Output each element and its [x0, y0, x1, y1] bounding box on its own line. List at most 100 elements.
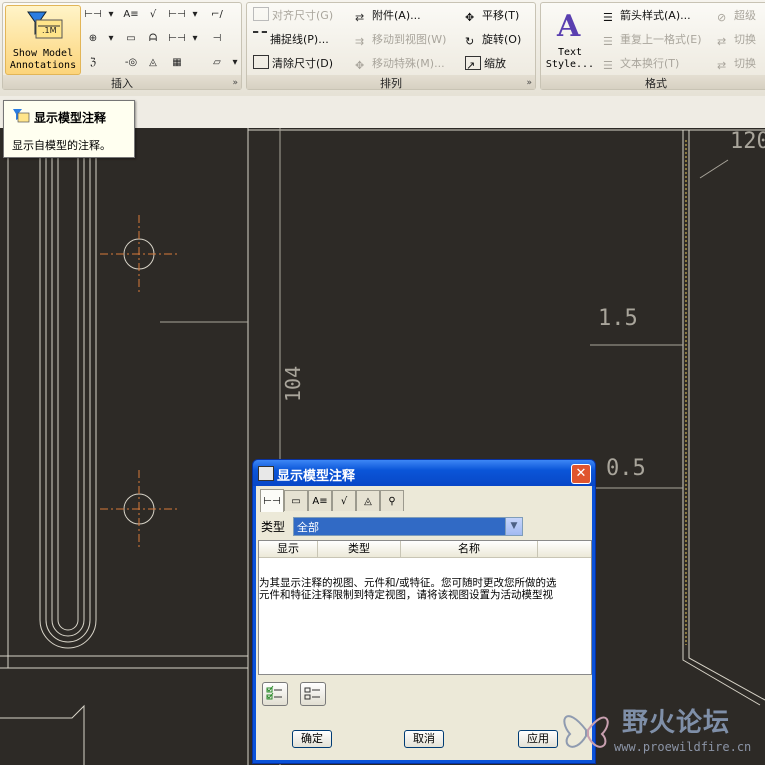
tab-symbols[interactable]: ◬	[356, 490, 380, 511]
dimension-icon[interactable]: ⊢⊣	[83, 5, 103, 23]
repeat-format-command[interactable]: ☰ 重复上一格式(E)	[603, 31, 702, 49]
apply-button[interactable]: 应用	[518, 730, 558, 748]
cancel-button[interactable]: 取消	[404, 730, 444, 748]
toggle-icon: ⇄	[717, 35, 727, 48]
move-special-icon: ✥	[355, 59, 365, 72]
slant-icon[interactable]: ▱	[207, 53, 227, 71]
expand-icon[interactable]: »	[232, 78, 238, 88]
tab-geometric-tolerance[interactable]: ▭	[284, 490, 308, 511]
note-icon[interactable]: A≡	[121, 5, 141, 23]
dimension-120: 120	[730, 129, 765, 154]
offset-dim-icon[interactable]: ⊣	[207, 29, 227, 47]
tab-surface-finish[interactable]: √	[332, 490, 356, 511]
move-special-label: 移动特殊(M)...	[372, 57, 445, 70]
translate-label: 平移(T)	[482, 9, 520, 22]
table-icon[interactable]: ▦	[167, 53, 187, 71]
insert-group: .1M Show Model Annotations ⊢⊣ ▾ A≡ √ ⊢⊣ ▾…	[2, 2, 242, 90]
dimension-icon: ⊢⊣	[263, 495, 281, 507]
move-to-view-command[interactable]: ⇉ 移动到视图(W)	[355, 31, 446, 49]
toggle-command-2[interactable]: ⇄ 切换	[717, 55, 756, 73]
dropdown-arrow-icon[interactable]: ▾	[101, 5, 121, 23]
list-header: 显示 类型 名称	[259, 541, 591, 558]
clear-dim-icon	[253, 55, 269, 69]
align-icon	[253, 7, 269, 21]
symbol-icon: ◬	[364, 495, 372, 507]
close-button[interactable]: ✕	[571, 464, 591, 484]
reference-dim-icon[interactable]: ⌐/	[207, 5, 227, 23]
select-all-button[interactable]	[262, 682, 288, 706]
arrow-style-command[interactable]: ☰ 箭头样式(A)...	[603, 7, 691, 25]
move-to-view-icon: ⇉	[355, 35, 365, 48]
expand-icon[interactable]: »	[526, 78, 532, 88]
toggle-command-1[interactable]: ⇄ 切换	[717, 31, 756, 49]
snap-line-command[interactable]: 捕捉线(P)...	[253, 31, 329, 49]
type-label: 类型	[261, 520, 286, 534]
deselect-all-icon	[304, 687, 320, 700]
snap-line-icon	[253, 31, 267, 45]
dropdown-arrow-icon[interactable]: ▾	[185, 5, 205, 23]
text-wrap-icon: ☰	[603, 59, 613, 72]
translate-command[interactable]: ✥ 平移(T)	[465, 7, 519, 25]
symbol-icon[interactable]: ℨ	[83, 53, 103, 71]
clear-dimensions-command[interactable]: 清除尺寸(D)	[253, 55, 333, 73]
dialog-title: 显示模型注释	[277, 469, 356, 484]
tooltip-description: 显示自模型的注释。	[12, 139, 111, 152]
attachment-command[interactable]: ⇄ 附件(A)...	[355, 7, 421, 25]
dropdown-arrow-icon[interactable]: ▾	[101, 29, 121, 47]
ribbon-toolbar: .1M Show Model Annotations ⊢⊣ ▾ A≡ √ ⊢⊣ ▾…	[0, 0, 765, 97]
dropdown-arrow-icon[interactable]: ▾	[225, 53, 245, 71]
toggle-icon: ⇄	[717, 59, 727, 72]
baseline-dim-icon[interactable]: ⊢⊣	[167, 29, 187, 47]
datum-icon: ⚲	[388, 495, 396, 507]
scale-command[interactable]: ↗ 缩放	[465, 55, 506, 73]
surface-finish-icon[interactable]: √	[143, 5, 163, 23]
dialog-app-icon	[258, 466, 274, 481]
watermark: 野火论坛 www.proewildfire.cn	[556, 696, 765, 765]
text-style-button[interactable]: A Text Style...	[545, 7, 595, 73]
geometric-tolerance-icon[interactable]: ▭	[121, 29, 141, 47]
dialog-titlebar[interactable]: 显示模型注释 ✕	[253, 460, 595, 486]
datum-icon[interactable]: ⊕	[83, 29, 103, 47]
scale-label: 缩放	[484, 57, 506, 70]
circle-symbol-icon[interactable]: -◎	[121, 53, 141, 71]
balloon-icon[interactable]: ᗩ	[143, 29, 163, 47]
annotation-list[interactable]: 显示 类型 名称 为其显示注释的视图、元件和/或特征。您可随时更改您所做的选 元…	[258, 540, 592, 675]
deselect-all-button[interactable]	[300, 682, 326, 706]
align-dimensions-command[interactable]: 对齐尺寸(G)	[253, 7, 333, 25]
clear-dim-label: 清除尺寸(D)	[272, 57, 334, 70]
show-model-label-1: Show Model	[12, 48, 74, 59]
insert-group-title: 插入	[3, 75, 241, 90]
hyperlink-command[interactable]: ⊘ 超级	[717, 7, 756, 25]
column-type[interactable]: 类型	[318, 541, 401, 557]
tab-datums[interactable]: ⚲	[380, 490, 404, 511]
column-show[interactable]: 显示	[259, 541, 318, 557]
ok-button[interactable]: 确定	[292, 730, 332, 748]
arrange-group: 对齐尺寸(G) 捕捉线(P)... 清除尺寸(D) ⇄ 附件(A)... ⇉ 移动到…	[246, 2, 536, 90]
text-style-label-2: Style...	[545, 59, 595, 70]
toggle-label-2: 切换	[734, 57, 756, 70]
surface-finish-icon: √	[340, 495, 348, 507]
move-icon: ✥	[465, 11, 475, 24]
show-model-annotations-button[interactable]: .1M Show Model Annotations	[5, 5, 81, 75]
text-wrap-command[interactable]: ☰ 文本换行(T)	[603, 55, 679, 73]
dimension-104: 104	[281, 366, 305, 402]
type-select[interactable]: 全部 ▼	[293, 517, 523, 536]
move-special-command[interactable]: ✥ 移动特殊(M)...	[355, 55, 445, 73]
dimension-1-5: 1.5	[598, 306, 638, 331]
tab-dimensions[interactable]: ⊢⊣	[260, 489, 284, 512]
weld-symbol-icon[interactable]: ◬	[143, 53, 163, 71]
butterfly-logo-icon	[563, 715, 609, 748]
attachment-icon: ⇄	[355, 11, 365, 24]
column-name[interactable]: 名称	[401, 541, 538, 557]
rotate-label: 旋转(O)	[482, 33, 522, 46]
tab-notes[interactable]: A≡	[308, 490, 332, 511]
rotate-command[interactable]: ↻ 旋转(O)	[465, 31, 521, 49]
repeat-format-label: 重复上一格式(E)	[620, 33, 702, 46]
align-label: 对齐尺寸(G)	[272, 9, 334, 22]
tooltip: 显示模型注释 显示自模型的注释。	[3, 100, 135, 158]
dropdown-arrow-icon[interactable]: ▾	[185, 29, 205, 47]
chevron-down-icon[interactable]: ▼	[505, 518, 522, 535]
ordinate-dim-icon[interactable]: ⊢⊣	[167, 5, 187, 23]
format-group: A Text Style... ☰ 箭头样式(A)... ☰ 重复上一格式(E) ☰ 文…	[540, 2, 765, 90]
move-to-view-label: 移动到视图(W)	[372, 33, 447, 46]
